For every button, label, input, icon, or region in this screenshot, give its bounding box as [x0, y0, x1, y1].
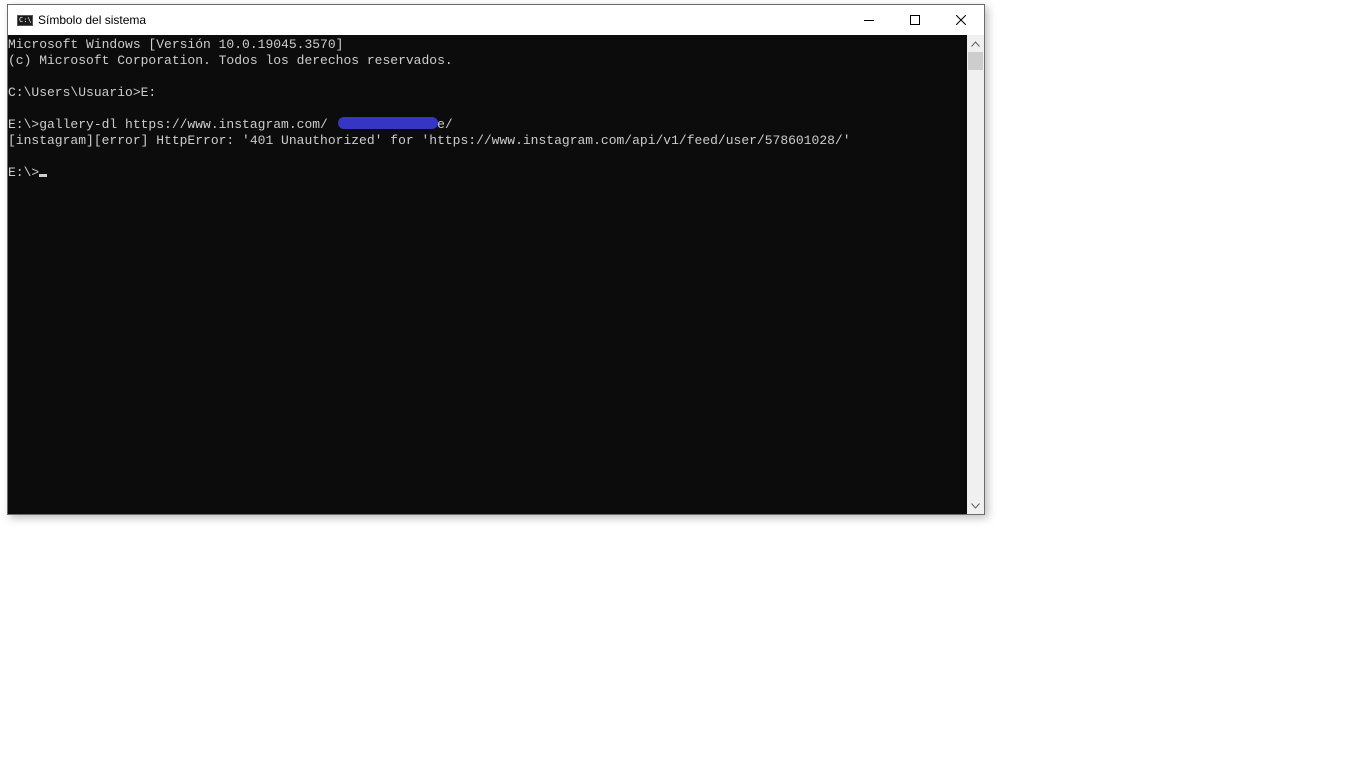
scroll-thumb[interactable]	[968, 52, 983, 70]
console-line: (c) Microsoft Corporation. Todos los der…	[8, 53, 453, 68]
maximize-button[interactable]	[892, 5, 938, 35]
chevron-down-icon	[971, 502, 980, 509]
close-icon	[956, 15, 966, 25]
chevron-up-icon	[971, 40, 980, 47]
console-output[interactable]: Microsoft Windows [Versión 10.0.19045.35…	[8, 35, 969, 514]
title-bar[interactable]: C:\ Símbolo del sistema	[8, 5, 984, 35]
window-controls	[846, 5, 984, 35]
vertical-scrollbar[interactable]	[967, 35, 984, 514]
command-prompt-window[interactable]: C:\ Símbolo del sistema Microsoft Window…	[7, 4, 985, 515]
maximize-icon	[910, 15, 920, 25]
cmd-app-icon: C:\	[17, 14, 33, 26]
console-text: Microsoft Windows [Versión 10.0.19045.35…	[8, 35, 969, 181]
scroll-down-button[interactable]	[967, 497, 984, 514]
prompt-text: E:\>	[8, 165, 40, 180]
window-title: Símbolo del sistema	[38, 13, 147, 27]
console-line: Microsoft Windows [Versión 10.0.19045.35…	[8, 37, 344, 52]
minimize-icon	[864, 20, 874, 21]
close-button[interactable]	[938, 5, 984, 35]
text-cursor	[39, 174, 48, 177]
redaction-scribble	[338, 117, 438, 129]
prompt-line: E:\>	[8, 165, 48, 180]
scroll-up-button[interactable]	[967, 35, 984, 52]
console-line: C:\Users\Usuario>E:	[8, 85, 157, 100]
minimize-button[interactable]	[846, 5, 892, 35]
console-line: [instagram][error] HttpError: '401 Unaut…	[8, 133, 851, 148]
